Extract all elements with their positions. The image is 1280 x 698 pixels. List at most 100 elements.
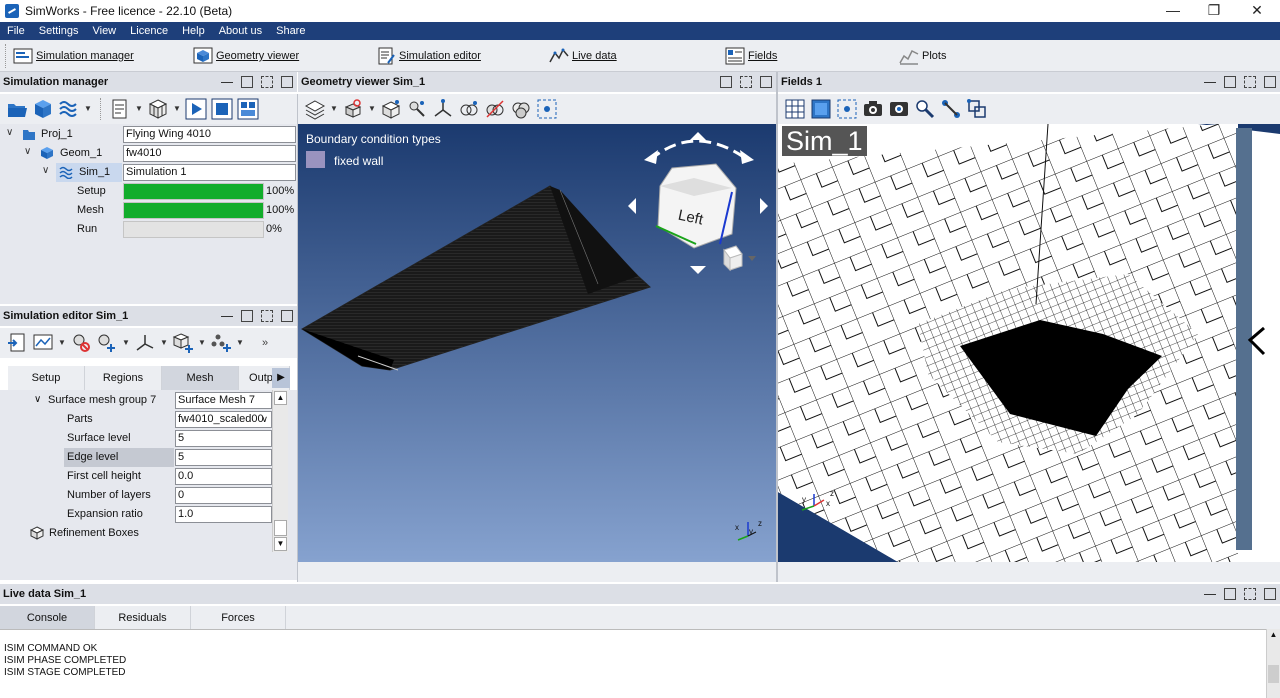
panel-restore-icon[interactable] [241, 310, 253, 322]
chevron-down-icon[interactable]: ▼ [236, 332, 244, 354]
add-region-icon[interactable] [96, 332, 118, 354]
line-probe-icon[interactable] [940, 98, 962, 120]
contour-icon[interactable] [810, 98, 832, 120]
surface-level-field[interactable]: 5 [175, 430, 272, 447]
surface-mesh-group-row[interactable]: ∨ Surface mesh group 7 Surface Mesh 7 [0, 391, 272, 410]
panel-maximize-icon[interactable] [281, 76, 293, 88]
panel-restore-icon[interactable] [241, 76, 253, 88]
panel-restore-icon[interactable] [1224, 76, 1236, 88]
geometry-viewer-button[interactable]: Geometry viewer [193, 44, 299, 68]
panel-maximize-icon[interactable] [760, 76, 772, 88]
fit-view-icon[interactable] [536, 98, 558, 120]
fields-viewport[interactable]: z y x Sim_1 [778, 124, 1280, 562]
run-play-icon[interactable] [185, 98, 207, 120]
tab-residuals[interactable]: Residuals [95, 606, 191, 630]
surfaces-icon[interactable] [510, 98, 532, 120]
geometry-viewport[interactable]: Boundary condition types fixed wall Left [298, 124, 776, 562]
panel-undock-icon[interactable] [261, 76, 273, 88]
first-cell-height-field[interactable]: 0.0 [175, 468, 272, 485]
flow-waves-icon[interactable] [58, 98, 80, 120]
geometry-cube-icon[interactable] [32, 98, 54, 120]
refinement-boxes-row[interactable]: Refinement Boxes [0, 524, 272, 543]
axes-icon[interactable] [432, 98, 454, 120]
import-icon[interactable] [6, 332, 28, 354]
menu-licence[interactable]: Licence [123, 22, 175, 40]
panel-maximize-icon[interactable] [1264, 76, 1276, 88]
chevron-down-icon[interactable]: ▼ [84, 98, 92, 120]
surface-mesh-group-field[interactable]: Surface Mesh 7 [175, 392, 272, 409]
panel-minimize-icon[interactable] [1204, 588, 1216, 595]
collapse-icon[interactable]: ∨ [42, 165, 49, 176]
close-icon[interactable]: ✕ [1236, 0, 1278, 22]
chevron-down-icon[interactable]: ▼ [173, 98, 181, 120]
minimize-icon[interactable]: — [1152, 0, 1194, 22]
remove-part-icon[interactable] [70, 332, 92, 354]
tab-setup[interactable]: Setup [8, 366, 85, 390]
fields-button[interactable]: Fields [725, 44, 777, 68]
menu-file[interactable]: File [0, 22, 32, 40]
number-of-layers-field[interactable]: 0 [175, 487, 272, 504]
chevron-down-icon[interactable]: ▼ [198, 332, 206, 354]
chevron-down-icon[interactable]: ▼ [330, 98, 338, 120]
probe-add-icon[interactable] [210, 332, 232, 354]
view-cube-icon[interactable]: Left [628, 128, 774, 276]
mesh-grid-icon[interactable] [784, 98, 806, 120]
tab-regions[interactable]: Regions [85, 366, 162, 390]
panel-undock-icon[interactable] [740, 76, 752, 88]
plane-probe-icon[interactable] [966, 98, 988, 120]
simulation-manager-button[interactable]: Simulation manager [13, 44, 134, 68]
menu-settings[interactable]: Settings [32, 22, 86, 40]
scroll-up-icon[interactable]: ▲ [274, 391, 287, 405]
scroll-up-icon[interactable]: ▲ [1268, 630, 1279, 642]
parts-select[interactable]: fw4010_scaled00 ∨ [175, 411, 272, 428]
transparency-icon[interactable] [458, 98, 480, 120]
panel-undock-icon[interactable] [1244, 588, 1256, 600]
tab-forces[interactable]: Forces [191, 606, 286, 630]
hide-part-icon[interactable] [342, 98, 364, 120]
geometry-name-field[interactable]: fw4010 [123, 145, 296, 162]
collapse-icon[interactable]: ∨ [6, 127, 13, 138]
image-view-icon[interactable] [32, 332, 54, 354]
panel-maximize-icon[interactable] [281, 310, 293, 322]
tab-scroll-right-icon[interactable]: ▶ [272, 368, 290, 388]
axes-icon[interactable] [134, 332, 156, 354]
project-name-field[interactable]: Flying Wing 4010 [123, 126, 296, 143]
scroll-thumb[interactable] [1268, 665, 1279, 683]
open-folder-icon[interactable] [6, 98, 28, 120]
panel-undock-icon[interactable] [1244, 76, 1256, 88]
chevron-down-icon[interactable]: ▼ [160, 332, 168, 354]
hide-surfaces-icon[interactable] [484, 98, 506, 120]
layers-icon[interactable] [304, 98, 326, 120]
part-view-icon[interactable] [380, 98, 402, 120]
simulation-editor-button[interactable]: Simulation editor [376, 44, 481, 68]
edge-level-field[interactable]: 5 [175, 449, 272, 466]
editor-scrollbar[interactable]: ▲ ▼ [272, 390, 288, 552]
panel-minimize-icon[interactable] [1204, 76, 1216, 83]
chevron-down-icon[interactable]: ▼ [122, 332, 130, 354]
scroll-down-icon[interactable]: ▼ [274, 537, 287, 551]
panel-restore-icon[interactable] [1224, 588, 1236, 600]
panel-restore-icon[interactable] [720, 76, 732, 88]
panel-minimize-icon[interactable] [221, 76, 233, 83]
console-scrollbar[interactable]: ▲ [1266, 629, 1280, 698]
panel-minimize-icon[interactable] [221, 310, 233, 317]
menu-about-us[interactable]: About us [212, 22, 269, 40]
chevron-down-icon[interactable]: ▼ [58, 332, 66, 354]
tree-node-project[interactable]: ∨ Proj_1 Flying Wing 4010 [0, 125, 297, 144]
collapse-icon[interactable]: ∨ [34, 394, 41, 405]
add-box-icon[interactable] [172, 332, 194, 354]
live-data-button[interactable]: Live data [549, 44, 617, 68]
pick-cursor-icon[interactable] [914, 98, 936, 120]
chevron-down-icon[interactable]: ▼ [135, 98, 143, 120]
expansion-ratio-field[interactable]: 1.0 [175, 506, 272, 523]
mesh-cube-icon[interactable] [147, 98, 169, 120]
tree-node-simulation[interactable]: ∨ Sim_1 Simulation 1 [0, 163, 297, 182]
panel-maximize-icon[interactable] [1264, 588, 1276, 600]
maximize-icon[interactable]: ❐ [1193, 0, 1235, 22]
tree-node-geometry[interactable]: ∨ Geom_1 fw4010 [0, 144, 297, 163]
document-icon[interactable] [109, 98, 131, 120]
probe-icon[interactable] [406, 98, 428, 120]
camera-icon[interactable] [862, 98, 884, 120]
menu-help[interactable]: Help [175, 22, 212, 40]
stop-icon[interactable] [211, 98, 233, 120]
